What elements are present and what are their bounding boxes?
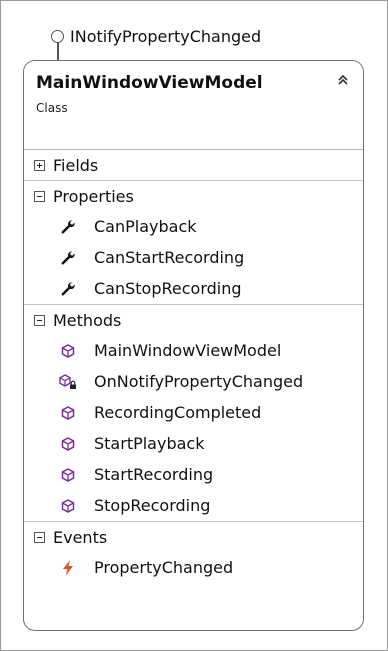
wrench-property-icon: [59, 218, 77, 236]
method-label: StartRecording: [94, 465, 214, 484]
method-label: StopRecording: [94, 496, 211, 515]
class-body: Fields Properties CanPlayback CanStartRe…: [24, 149, 363, 583]
method-item[interactable]: StartRecording: [24, 459, 363, 490]
section-title-fields: Fields: [53, 155, 99, 175]
expand-icon[interactable]: [34, 159, 45, 171]
section-properties[interactable]: Properties: [24, 180, 363, 211]
section-fields[interactable]: Fields: [24, 150, 363, 180]
section-methods[interactable]: Methods: [24, 304, 363, 335]
property-item[interactable]: CanStartRecording: [24, 242, 363, 273]
method-cube-icon: [59, 342, 77, 360]
section-title-methods: Methods: [53, 310, 122, 330]
method-cube-icon: [59, 466, 77, 484]
method-item[interactable]: MainWindowViewModel: [24, 335, 363, 366]
section-title-properties: Properties: [53, 186, 134, 206]
collapse-icon[interactable]: [34, 531, 45, 543]
class-shape[interactable]: MainWindowViewModel Class Fields Propert…: [23, 60, 364, 631]
method-label: MainWindowViewModel: [94, 341, 282, 360]
collapse-icon[interactable]: [34, 190, 45, 202]
method-label: StartPlayback: [94, 434, 205, 453]
interface-lollipop[interactable]: INotifyPropertyChanged: [51, 24, 261, 48]
property-label: CanStopRecording: [94, 279, 242, 298]
method-item[interactable]: RecordingCompleted: [24, 397, 363, 428]
collapse-button[interactable]: [335, 72, 351, 88]
method-label: RecordingCompleted: [94, 403, 262, 422]
section-title-events: Events: [53, 527, 108, 547]
double-chevron-up-icon: [338, 74, 348, 85]
class-kind: Class: [36, 101, 68, 115]
event-label: PropertyChanged: [94, 558, 234, 577]
class-name: MainWindowViewModel: [36, 73, 263, 93]
property-item[interactable]: CanPlayback: [24, 211, 363, 242]
method-label: OnNotifyPropertyChanged: [94, 372, 304, 391]
lollipop-interface-icon: [51, 29, 64, 43]
method-cube-icon: [59, 497, 77, 515]
private-method-cube-icon: [59, 373, 77, 391]
method-cube-icon: [59, 435, 77, 453]
collapse-icon[interactable]: [34, 314, 45, 326]
wrench-property-icon: [59, 249, 77, 267]
method-item[interactable]: OnNotifyPropertyChanged: [24, 366, 363, 397]
wrench-property-icon: [59, 280, 77, 298]
property-item[interactable]: CanStopRecording: [24, 273, 363, 304]
event-item[interactable]: PropertyChanged: [24, 552, 363, 583]
interface-name: INotifyPropertyChanged: [70, 26, 262, 46]
property-label: CanStartRecording: [94, 248, 245, 267]
section-events[interactable]: Events: [24, 521, 363, 552]
class-header[interactable]: MainWindowViewModel Class: [24, 61, 363, 149]
method-item[interactable]: StartPlayback: [24, 428, 363, 459]
property-label: CanPlayback: [94, 217, 197, 236]
lightning-event-icon: [59, 559, 77, 577]
method-cube-icon: [59, 404, 77, 422]
method-item[interactable]: StopRecording: [24, 490, 363, 521]
